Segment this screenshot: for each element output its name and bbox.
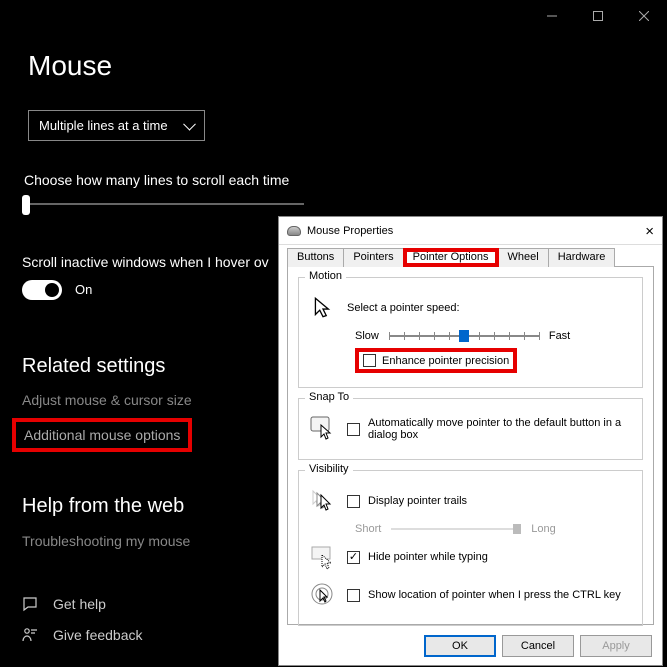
- dialog-titlebar: Mouse Properties ×: [279, 217, 662, 245]
- close-button[interactable]: [621, 0, 667, 32]
- snapto-label: Automatically move pointer to the defaul…: [368, 417, 634, 441]
- scroll-inactive-toggle[interactable]: [22, 280, 62, 300]
- maximize-button[interactable]: [575, 0, 621, 32]
- tab-hardware[interactable]: Hardware: [548, 248, 616, 267]
- dialog-buttons: OK Cancel Apply: [424, 635, 652, 657]
- hide-typing-label: Hide pointer while typing: [368, 551, 488, 563]
- give-feedback-label: Give feedback: [53, 627, 143, 643]
- trails-icon: [307, 485, 339, 517]
- tab-pointers[interactable]: Pointers: [343, 248, 403, 267]
- dialog-tabs: Buttons Pointers Pointer Options Wheel H…: [287, 247, 654, 267]
- group-snapto: Snap To Automatically move pointer to th…: [298, 398, 643, 460]
- ctrl-locate-checkbox[interactable]: [347, 589, 360, 602]
- long-label: Long: [531, 523, 555, 535]
- mouse-properties-dialog: Mouse Properties × Buttons Pointers Poin…: [278, 216, 663, 666]
- cursor-icon: [307, 292, 339, 324]
- pointer-speed-slider[interactable]: [389, 335, 539, 337]
- related-settings-heading: Related settings: [22, 355, 165, 378]
- tab-buttons[interactable]: Buttons: [287, 248, 344, 267]
- minimize-button[interactable]: [529, 0, 575, 32]
- chat-icon: [22, 596, 38, 612]
- visibility-legend: Visibility: [305, 463, 353, 475]
- speed-slider-thumb[interactable]: [459, 330, 469, 342]
- snapto-checkbox[interactable]: [347, 423, 360, 436]
- snapto-legend: Snap To: [305, 391, 353, 403]
- group-motion: Motion Select a pointer speed: Slow Fast…: [298, 277, 643, 388]
- trails-slider-thumb: [513, 524, 521, 534]
- troubleshoot-mouse-link[interactable]: Troubleshooting my mouse: [22, 533, 190, 549]
- additional-mouse-options-link[interactable]: Additional mouse options: [12, 418, 192, 452]
- fast-label: Fast: [549, 330, 570, 342]
- scroll-lines-slider[interactable]: [24, 203, 304, 205]
- ctrl-locate-icon: [307, 579, 339, 611]
- scroll-inactive-label: Scroll inactive windows when I hover ov: [22, 254, 269, 270]
- toggle-knob: [45, 283, 59, 297]
- scroll-lines-label: Choose how many lines to scroll each tim…: [24, 172, 289, 188]
- give-feedback-link[interactable]: Give feedback: [22, 627, 143, 643]
- tab-wheel[interactable]: Wheel: [498, 248, 549, 267]
- dialog-body: Motion Select a pointer speed: Slow Fast…: [287, 267, 654, 625]
- apply-button[interactable]: Apply: [580, 635, 652, 657]
- hide-typing-checkbox[interactable]: [347, 551, 360, 564]
- dropdown-value: Multiple lines at a time: [39, 118, 168, 133]
- trails-slider: [391, 528, 521, 530]
- select-speed-label: Select a pointer speed:: [347, 302, 460, 314]
- ctrl-locate-label: Show location of pointer when I press th…: [368, 589, 621, 601]
- motion-legend: Motion: [305, 270, 346, 282]
- scroll-mode-dropdown[interactable]: Multiple lines at a time: [28, 110, 205, 141]
- get-help-label: Get help: [53, 596, 106, 612]
- toggle-state-label: On: [75, 282, 92, 297]
- snapto-icon: [307, 413, 339, 445]
- link-text: Additional mouse options: [24, 427, 180, 443]
- tab-pointer-options[interactable]: Pointer Options: [403, 248, 499, 267]
- trails-label: Display pointer trails: [368, 495, 467, 507]
- enhance-precision-highlight: Enhance pointer precision: [355, 348, 517, 373]
- ok-button[interactable]: OK: [424, 635, 496, 657]
- dialog-title: Mouse Properties: [307, 225, 393, 237]
- trails-checkbox[interactable]: [347, 495, 360, 508]
- short-label: Short: [355, 523, 381, 535]
- feedback-icon: [22, 627, 38, 643]
- help-from-web-heading: Help from the web: [22, 495, 184, 518]
- page-title: Mouse: [28, 50, 112, 82]
- cancel-button[interactable]: Cancel: [502, 635, 574, 657]
- slow-label: Slow: [355, 330, 379, 342]
- scroll-lines-slider-thumb[interactable]: [22, 195, 30, 215]
- dialog-close-button[interactable]: ×: [645, 223, 654, 240]
- mouse-icon: [287, 226, 301, 236]
- get-help-link[interactable]: Get help: [22, 596, 106, 612]
- adjust-cursor-link[interactable]: Adjust mouse & cursor size: [22, 392, 192, 408]
- enhance-precision-label: Enhance pointer precision: [382, 355, 509, 367]
- group-visibility: Visibility Display pointer trails Short …: [298, 470, 643, 626]
- window-controls: [529, 0, 667, 32]
- hide-typing-icon: [307, 541, 339, 573]
- enhance-precision-checkbox[interactable]: [363, 354, 376, 367]
